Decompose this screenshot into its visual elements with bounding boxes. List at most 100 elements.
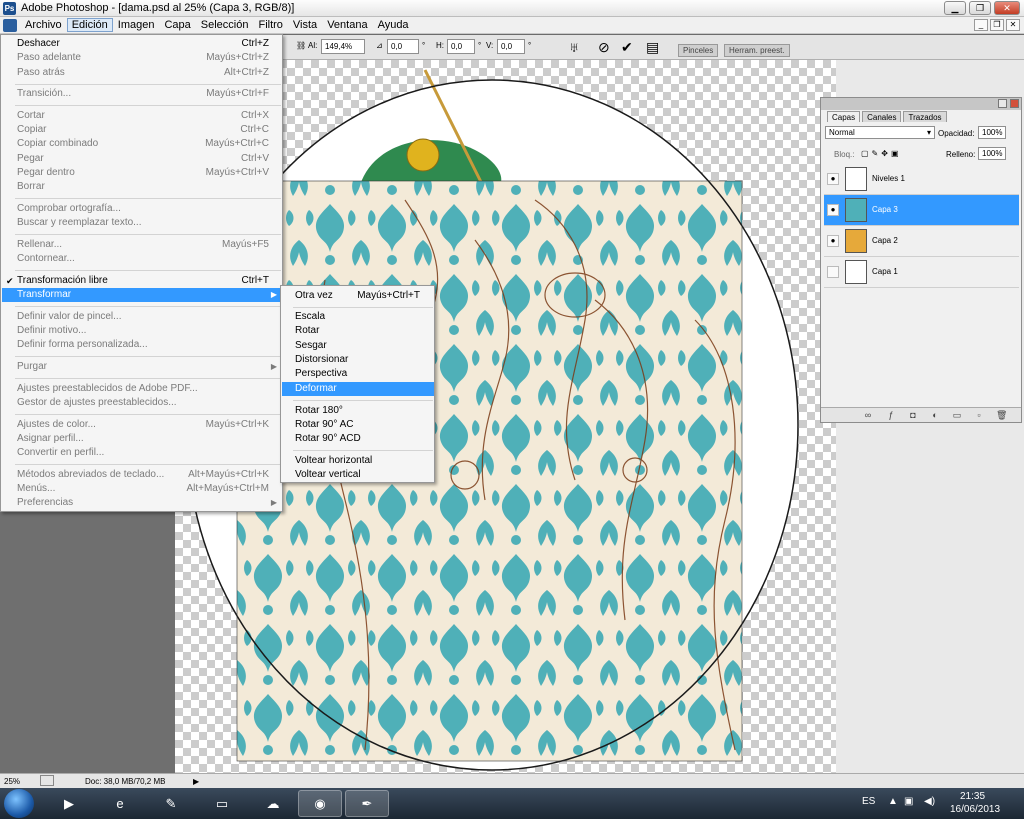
menu-seleccion[interactable]: Selección: [196, 18, 254, 32]
layer-row-capa-3[interactable]: ● Capa 3: [824, 195, 1019, 226]
layer-row-capa-1[interactable]: ● Capa 1: [824, 257, 1019, 288]
photoshop-task-icon[interactable]: ✒: [345, 790, 389, 817]
scale-height-field[interactable]: 149,4%: [321, 39, 365, 54]
menu-item-ortografia[interactable]: Comprobar ortografía...: [2, 202, 281, 216]
visibility-eye-icon[interactable]: ●: [827, 235, 839, 247]
link-layers-icon[interactable]: ∞: [863, 410, 873, 420]
menu-item-deshacer[interactable]: Deshacer Ctrl+Z: [2, 37, 281, 51]
menu-item-definir-forma[interactable]: Definir forma personalizada...: [2, 338, 281, 352]
network-tray-icon[interactable]: ▣: [904, 796, 913, 807]
submenu-item-rotar-90-acd[interactable]: Rotar 90° ACD: [282, 432, 434, 446]
paint-icon[interactable]: ✎: [149, 790, 193, 817]
menu-item-metodos-abreviados[interactable]: Métodos abreviados de teclado... Alt+Mayú…: [2, 468, 281, 482]
doc-restore-button[interactable]: ❐: [990, 19, 1004, 31]
menu-item-ajustes-color[interactable]: Ajustes de color... Mayús+Ctrl+K: [2, 418, 281, 432]
panel-minimize-button[interactable]: [998, 99, 1007, 108]
panel-header[interactable]: [821, 98, 1021, 110]
app-menu-icon[interactable]: [3, 19, 17, 32]
tab-trazados[interactable]: Trazados: [903, 111, 947, 122]
menu-item-preferencias[interactable]: Preferencias ▶: [2, 496, 281, 510]
status-arrow-icon[interactable]: ▶: [193, 777, 199, 786]
submenu-item-voltear-vertical[interactable]: Voltear vertical: [282, 468, 434, 482]
menu-ventana[interactable]: Ventana: [322, 18, 372, 32]
menu-item-convertir-perfil[interactable]: Convertir en perfil...: [2, 446, 281, 460]
minimize-button[interactable]: ▁: [944, 1, 966, 15]
palette-well-icon[interactable]: ▤: [646, 39, 659, 55]
layer-style-icon[interactable]: ƒ: [886, 410, 896, 420]
new-group-icon[interactable]: ▭: [952, 410, 962, 420]
warp-mode-icon[interactable]: ♅: [569, 39, 580, 55]
layer-row-niveles-1[interactable]: ● Niveles 1: [824, 164, 1019, 195]
commit-transform-icon[interactable]: ✔: [621, 39, 633, 55]
menu-item-definir-motivo[interactable]: Definir motivo...: [2, 324, 281, 338]
menu-item-ajustes-pdf[interactable]: Ajustes preestablecidos de Adobe PDF...: [2, 382, 281, 396]
new-layer-icon[interactable]: ▫: [974, 410, 984, 420]
submenu-item-deformar[interactable]: Deformar: [282, 382, 434, 396]
chain-icon[interactable]: ⛓: [296, 41, 306, 50]
menu-item-cortar[interactable]: Cortar Ctrl+X: [2, 109, 281, 123]
restore-button[interactable]: ❐: [969, 1, 991, 15]
tray-arrow-icon[interactable]: ▲: [888, 796, 898, 807]
tab-canales[interactable]: Canales: [862, 111, 902, 122]
menu-item-menus[interactable]: Menús... Alt+Mayús+Ctrl+M: [2, 482, 281, 496]
fill-field[interactable]: 100%: [978, 147, 1006, 160]
menu-item-transicion[interactable]: Transición... Mayús+Ctrl+F: [2, 87, 281, 101]
adjustment-layer-icon[interactable]: ◐: [930, 410, 940, 420]
menu-item-paso-adelante[interactable]: Paso adelante Mayús+Ctrl+Z: [2, 51, 281, 65]
menu-item-borrar[interactable]: Borrar: [2, 180, 281, 194]
lock-icons[interactable]: ▢✎✥▣: [861, 149, 902, 158]
menu-item-pegar[interactable]: Pegar Ctrl+V: [2, 152, 281, 166]
submenu-item-sesgar[interactable]: Sesgar: [282, 339, 434, 353]
h-skew-field[interactable]: 0,0: [447, 39, 475, 54]
menu-filtro[interactable]: Filtro: [253, 18, 287, 32]
menu-item-gestor-ajustes[interactable]: Gestor de ajustes preestablecidos...: [2, 396, 281, 410]
submenu-item-voltear-horizontal[interactable]: Voltear horizontal: [282, 454, 434, 468]
menu-item-purgar[interactable]: Purgar ▶: [2, 360, 281, 374]
media-player-icon[interactable]: ▶: [47, 790, 91, 817]
menu-vista[interactable]: Vista: [288, 18, 322, 32]
cancel-transform-icon[interactable]: ⊘: [598, 39, 610, 55]
visibility-eye-icon[interactable]: ●: [827, 266, 839, 278]
menu-imagen[interactable]: Imagen: [113, 18, 160, 32]
clock-time[interactable]: 21:35: [960, 791, 985, 802]
zoom-level[interactable]: 25%: [4, 777, 20, 786]
rotation-field[interactable]: 0,0: [387, 39, 419, 54]
zoom-icon[interactable]: [40, 775, 54, 786]
pinceles-tab[interactable]: Pinceles: [678, 44, 719, 57]
menu-capa[interactable]: Capa: [159, 18, 195, 32]
menu-item-contornear[interactable]: Contornear...: [2, 252, 281, 266]
menu-item-copiar[interactable]: Copiar Ctrl+C: [2, 123, 281, 137]
blend-mode-select[interactable]: Normal ▾: [825, 126, 935, 139]
menu-edicion[interactable]: Edición: [66, 18, 113, 32]
layer-mask-icon[interactable]: ◘: [908, 410, 918, 420]
visibility-eye-icon[interactable]: ●: [827, 204, 839, 216]
submenu-item-rotar[interactable]: Rotar: [282, 324, 434, 338]
submenu-item-rotar-90-ac[interactable]: Rotar 90° AC: [282, 418, 434, 432]
v-skew-field[interactable]: 0,0: [497, 39, 525, 54]
panel-close-button[interactable]: [1010, 99, 1019, 108]
submenu-item-distorsionar[interactable]: Distorsionar: [282, 353, 434, 367]
close-button[interactable]: ✕: [994, 1, 1020, 15]
submenu-item-perspectiva[interactable]: Perspectiva: [282, 367, 434, 381]
menu-item-transformar[interactable]: Transformar ▶: [2, 288, 281, 302]
herramientas-preest-tab[interactable]: Herram. preest.: [724, 44, 790, 57]
network-icon[interactable]: ☁: [251, 790, 295, 817]
menu-item-paso-atras[interactable]: Paso atrás Alt+Ctrl+Z: [2, 66, 281, 80]
submenu-item-rotar-180[interactable]: Rotar 180°: [282, 404, 434, 418]
menu-ayuda[interactable]: Ayuda: [373, 18, 414, 32]
doc-close-button[interactable]: ✕: [1006, 19, 1020, 31]
layer-row-capa-2[interactable]: ● Capa 2: [824, 226, 1019, 257]
language-indicator[interactable]: ES: [862, 796, 875, 807]
menu-item-rellenar[interactable]: Rellenar... Mayús+F5: [2, 238, 281, 252]
menu-item-asignar-perfil[interactable]: Asignar perfil...: [2, 432, 281, 446]
start-button[interactable]: [4, 789, 34, 818]
opacity-field[interactable]: 100%: [978, 126, 1006, 139]
submenu-item-otra-vez[interactable]: Otra vez Mayús+Ctrl+T: [282, 289, 434, 303]
menu-item-buscar-reemplazar[interactable]: Buscar y reemplazar texto...: [2, 216, 281, 230]
internet-explorer-icon[interactable]: e: [98, 790, 142, 817]
menu-archivo[interactable]: Archivo: [20, 18, 67, 32]
visibility-eye-icon[interactable]: ●: [827, 173, 839, 185]
menu-item-transformacion-libre[interactable]: ✔ Transformación libre Ctrl+T: [2, 274, 281, 288]
doc-minimize-button[interactable]: _: [974, 19, 988, 31]
submenu-item-escala[interactable]: Escala: [282, 310, 434, 324]
